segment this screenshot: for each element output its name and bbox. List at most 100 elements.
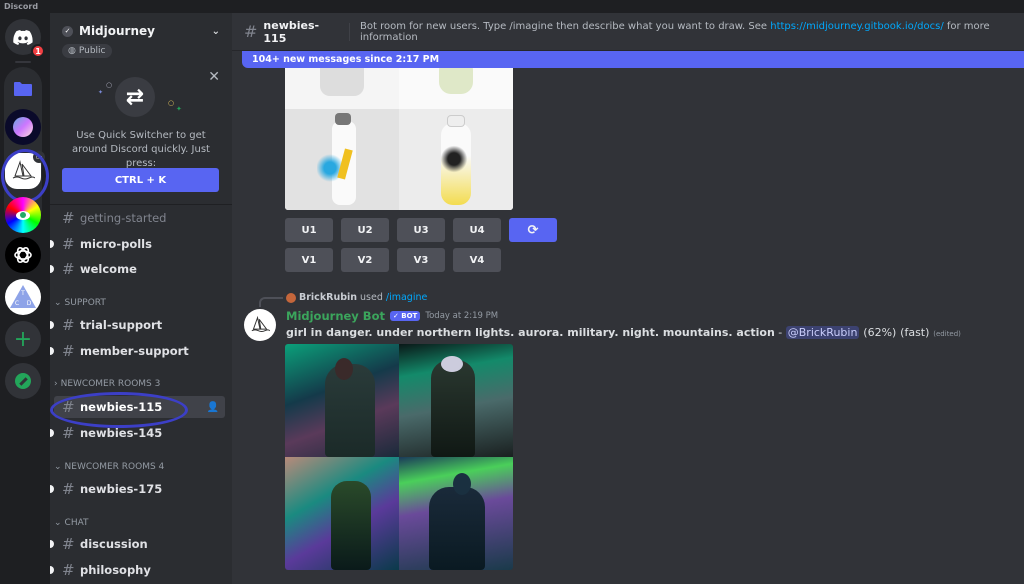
- divider: [349, 22, 350, 41]
- folder-icon-button[interactable]: [5, 71, 41, 107]
- category-newcomer-rooms-3[interactable]: › NEWCOMER ROOMS 3: [54, 379, 160, 389]
- sparkle-decoration: ○: [106, 81, 113, 89]
- upscale-1-button[interactable]: U1: [285, 218, 333, 242]
- variation-1-button[interactable]: V1: [285, 248, 333, 272]
- unread-indicator: [50, 240, 54, 248]
- image-tile: [399, 344, 513, 457]
- upscale-4-button[interactable]: U4: [453, 218, 501, 242]
- tcd-icon: TC D: [10, 285, 36, 308]
- public-badge: ◍ Public: [62, 44, 112, 58]
- channel-topic: Bot room for new users. Type /imagine th…: [360, 21, 1024, 43]
- chevron-down-icon: ⌄: [54, 462, 62, 472]
- interaction-reference[interactable]: BrickRubin used /imagine: [286, 292, 427, 303]
- guild-eye[interactable]: [5, 197, 41, 233]
- progress-text: (62%): [863, 326, 897, 339]
- thread-hash-icon: #: [62, 342, 75, 360]
- hash-icon: #: [62, 535, 75, 553]
- channel-label: member-support: [80, 344, 189, 358]
- chat-area: # newbies-115 Bot room for new users. Ty…: [232, 13, 1024, 584]
- prompt-text: girl in danger. under northern lights. a…: [286, 326, 775, 339]
- chevron-down-icon: ⌄: [211, 25, 220, 37]
- variation-4-button[interactable]: V4: [453, 248, 501, 272]
- unread-indicator: [50, 265, 54, 273]
- category-label: NEWCOMER ROOMS 4: [64, 462, 165, 472]
- docs-link[interactable]: https://midjourney.gitbook.io/docs/: [770, 21, 943, 32]
- thread-hash-icon: #: [244, 22, 258, 41]
- discord-icon: [13, 29, 33, 45]
- channel-label: micro-polls: [80, 237, 152, 251]
- category-chat[interactable]: ⌄ CHAT: [54, 518, 89, 528]
- svg-text:C: C: [15, 300, 19, 307]
- folder-icon: [14, 82, 32, 96]
- reroll-button[interactable]: ⟳: [509, 218, 557, 242]
- add-server-button[interactable]: +: [5, 321, 41, 357]
- close-icon[interactable]: ✕: [208, 69, 220, 85]
- dash: -: [774, 326, 786, 339]
- channel-getting-started[interactable]: # getting-started: [54, 207, 225, 229]
- channel-newbies-175[interactable]: # newbies-175: [50, 478, 225, 500]
- unread-indicator: [50, 485, 54, 493]
- author-name[interactable]: Midjourney Bot: [286, 309, 385, 323]
- forum-hash-icon: #: [62, 235, 75, 253]
- channel-label: getting-started: [80, 211, 167, 225]
- server-list: 1 ▭ TCD +: [0, 13, 50, 584]
- channel-label: welcome: [80, 262, 137, 276]
- home-button[interactable]: 1: [5, 19, 45, 58]
- variation-2-button[interactable]: V2: [341, 248, 389, 272]
- message-image-grid[interactable]: [285, 344, 513, 570]
- thread-hash-icon: #: [62, 424, 75, 442]
- channel-trial-support[interactable]: # trial-support: [50, 314, 225, 336]
- selection-highlight-ring: [1, 149, 49, 203]
- channel-discussion[interactable]: # discussion: [50, 533, 225, 555]
- reply-username[interactable]: BrickRubin: [299, 292, 357, 303]
- thread-hash-icon: #: [62, 561, 75, 579]
- explore-servers-button[interactable]: [5, 363, 41, 399]
- user-mention[interactable]: @BrickRubin: [785, 326, 860, 339]
- upscale-3-button[interactable]: U3: [397, 218, 445, 242]
- sparkle-decoration: ✦: [98, 89, 104, 96]
- guild-orb[interactable]: [5, 109, 41, 145]
- channel-micro-polls[interactable]: # micro-polls: [50, 233, 225, 255]
- bot-avatar[interactable]: [244, 309, 276, 341]
- thread-hash-icon: #: [62, 480, 75, 498]
- channel-label: trial-support: [80, 318, 163, 332]
- chevron-down-icon: ⌄: [54, 298, 62, 308]
- message-image-grid[interactable]: [285, 52, 513, 210]
- image-tile: [399, 109, 513, 210]
- command-link[interactable]: /imagine: [386, 292, 427, 303]
- channel-label: philosophy: [80, 563, 151, 577]
- category-label: NEWCOMER ROOMS 3: [60, 379, 161, 389]
- channel-label: newbies-145: [80, 426, 163, 440]
- channel-philosophy[interactable]: # philosophy: [50, 559, 225, 581]
- orb-icon: [13, 117, 33, 137]
- variation-3-button[interactable]: V3: [397, 248, 445, 272]
- image-tile: [285, 457, 399, 570]
- category-label: SUPPORT: [64, 298, 106, 308]
- image-tile: [399, 457, 513, 570]
- unread-indicator: [50, 321, 54, 329]
- channel-member-support[interactable]: # member-support: [50, 340, 225, 362]
- category-label: CHAT: [64, 518, 89, 528]
- hash-icon: #: [62, 209, 75, 227]
- new-messages-bar[interactable]: 104+ new messages since 2:17 PM: [242, 51, 1024, 68]
- channel-welcome[interactable]: # welcome: [50, 258, 225, 280]
- server-name: Midjourney: [79, 24, 155, 38]
- guild-tcd[interactable]: TC D: [5, 279, 41, 315]
- notification-badge: 1: [31, 44, 45, 58]
- category-newcomer-rooms-4[interactable]: ⌄ NEWCOMER ROOMS 4: [54, 462, 164, 472]
- quick-switcher-button[interactable]: CTRL + K: [62, 168, 219, 192]
- upscale-button-row: U1 U2 U3 U4 ⟳: [285, 218, 557, 242]
- channel-newbies-145[interactable]: # newbies-145: [50, 422, 225, 444]
- svg-text:T: T: [20, 290, 25, 297]
- hash-icon: #: [62, 260, 75, 278]
- invite-user-icon[interactable]: 👤: [207, 402, 219, 413]
- category-support[interactable]: ⌄ SUPPORT: [54, 298, 106, 308]
- quick-switcher-text: Use Quick Switcher to get around Discord…: [72, 130, 210, 169]
- channel-title: newbies-115: [263, 18, 320, 45]
- guild-openai[interactable]: [5, 237, 41, 273]
- public-label: Public: [78, 46, 106, 56]
- refresh-icon: ⟳: [527, 222, 539, 238]
- upscale-2-button[interactable]: U2: [341, 218, 389, 242]
- app-titlebar: Discord: [0, 0, 1024, 13]
- variation-button-row: V1 V2 V3 V4: [285, 248, 501, 272]
